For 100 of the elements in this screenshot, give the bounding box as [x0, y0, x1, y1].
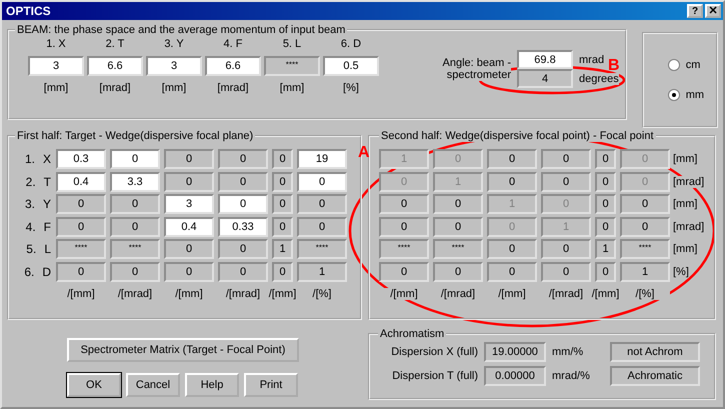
unit-label: [mm]	[44, 82, 68, 94]
matrix-field[interactable]: 0.4	[56, 172, 106, 192]
field-label: 1. X	[46, 38, 66, 50]
matrix-field: 0	[56, 194, 106, 214]
angle-field: 4	[517, 69, 573, 88]
beam-field[interactable]: 0.5	[323, 56, 379, 76]
matrix-field: 0	[272, 149, 293, 170]
dialog-button[interactable]: OK	[67, 373, 121, 397]
matrix-field: 0	[272, 194, 293, 214]
unit-label: mrad	[579, 54, 604, 66]
row-index: 2.	[26, 174, 36, 189]
matrix-field[interactable]: 3.3	[110, 172, 160, 192]
matrix-field: 0	[595, 216, 616, 237]
matrix-field[interactable]: 0	[110, 149, 160, 170]
matrix-field: 0	[433, 262, 483, 282]
angle-field[interactable]: 69.8	[517, 50, 573, 69]
group-title: BEAM: the phase space and the average momentum of input beam	[15, 24, 348, 36]
unit-radio[interactable]: cm	[668, 59, 710, 71]
row-index: 5.	[26, 242, 36, 256]
matrix-field: ****	[379, 239, 429, 260]
row-unit: [mrad]	[673, 220, 704, 233]
matrix-field: 0	[487, 149, 537, 170]
matrix-field: 0	[218, 149, 268, 170]
matrix-field: 0	[218, 172, 268, 192]
row-index: 3.	[24, 197, 35, 212]
unit-label: [%]	[343, 82, 359, 94]
matrix-field[interactable]: 0.4	[164, 216, 214, 237]
beam-field[interactable]: 6.6	[87, 56, 143, 76]
help-button[interactable]: ?	[687, 4, 703, 18]
unit-label: [mm]	[280, 82, 304, 94]
matrix-field: 0	[110, 216, 160, 237]
matrix-field: 0	[433, 149, 483, 170]
matrix-field: 1	[487, 194, 537, 214]
matrix-field: 0	[487, 262, 537, 282]
matrix-field: 0	[164, 239, 214, 260]
matrix-field: 0	[272, 172, 293, 192]
matrix-field: 0	[620, 149, 670, 170]
spectrometer-matrix-button[interactable]: Spectrometer Matrix (Target - Focal Point)	[67, 338, 299, 362]
matrix-field: 0	[272, 216, 293, 237]
field-label: 2. T	[106, 38, 124, 50]
matrix-field: ****	[110, 239, 160, 260]
group-title: Second half: Wedge(dispersive focal point) - Focal point	[379, 130, 656, 142]
matrix-field: 0	[487, 216, 537, 237]
unit-label: [mrad]	[217, 82, 249, 94]
matrix-field[interactable]: 19	[297, 149, 347, 170]
annotation-label: B	[608, 57, 620, 74]
matrix-field[interactable]: 0	[297, 172, 347, 192]
row-unit: [mm]	[673, 243, 698, 256]
matrix-field: 0	[541, 239, 591, 260]
matrix-field: ****	[297, 239, 347, 260]
matrix-field: 0	[433, 216, 483, 237]
beam-field[interactable]: 3	[28, 56, 84, 76]
matrix-field: ****	[433, 239, 483, 260]
matrix-field: 0	[379, 262, 429, 282]
matrix-field: 0	[164, 262, 214, 282]
beam-field: ****	[264, 56, 320, 76]
dialog-button[interactable]: Print	[244, 373, 298, 397]
annotation-label: A	[358, 144, 370, 161]
beam-field[interactable]: 3	[146, 56, 202, 76]
row-unit: [mm]	[673, 198, 698, 210]
dialog-button[interactable]: Help	[185, 373, 239, 397]
matrix-field: ****	[56, 239, 106, 260]
row-axis: D	[42, 264, 51, 279]
dialog-button[interactable]: Cancel	[126, 373, 180, 397]
matrix-field: 0	[620, 194, 670, 214]
matrix-field: 0	[110, 262, 160, 282]
matrix-field: 0	[218, 239, 268, 260]
field-label: 4. F	[224, 38, 242, 50]
matrix-field: 0	[272, 262, 293, 282]
matrix-field: 0	[541, 149, 591, 170]
matrix-field[interactable]: 0	[218, 194, 268, 214]
matrix-field: 1	[272, 239, 293, 260]
status-field: Achromatic	[610, 366, 700, 386]
matrix-field: 1	[433, 172, 483, 192]
matrix-field: 0	[595, 262, 616, 282]
row-unit: [%]	[673, 266, 689, 278]
radio-icon[interactable]	[668, 89, 680, 101]
matrix-field[interactable]: 0.33	[218, 216, 268, 237]
matrix-field: 1	[297, 262, 347, 282]
matrix-field[interactable]: 3	[164, 194, 214, 214]
radio-icon[interactable]	[668, 59, 680, 71]
matrix-field: 0	[595, 172, 616, 192]
row-index: 6.	[24, 264, 34, 279]
unit-radio[interactable]: mm	[668, 89, 710, 101]
matrix-field: 0	[595, 194, 616, 214]
matrix-field: 0	[379, 172, 429, 192]
matrix-field: 0	[541, 262, 591, 282]
matrix-field: 0	[595, 149, 616, 170]
matrix-field[interactable]: 0.3	[56, 149, 106, 170]
close-button[interactable]: ✕	[705, 4, 721, 18]
matrix-field: 1	[620, 262, 670, 282]
field-label: 5. L	[282, 38, 302, 50]
unit-label: [mrad]	[99, 82, 131, 94]
matrix-field: 0	[164, 149, 214, 170]
row-axis: T	[44, 174, 51, 189]
column-unit: /[mm]	[590, 288, 621, 300]
dispersion-field: 19.00000	[484, 342, 546, 362]
matrix-field: 0	[620, 216, 670, 237]
beam-field[interactable]: 6.6	[205, 56, 261, 76]
matrix-field: 0	[541, 172, 591, 192]
